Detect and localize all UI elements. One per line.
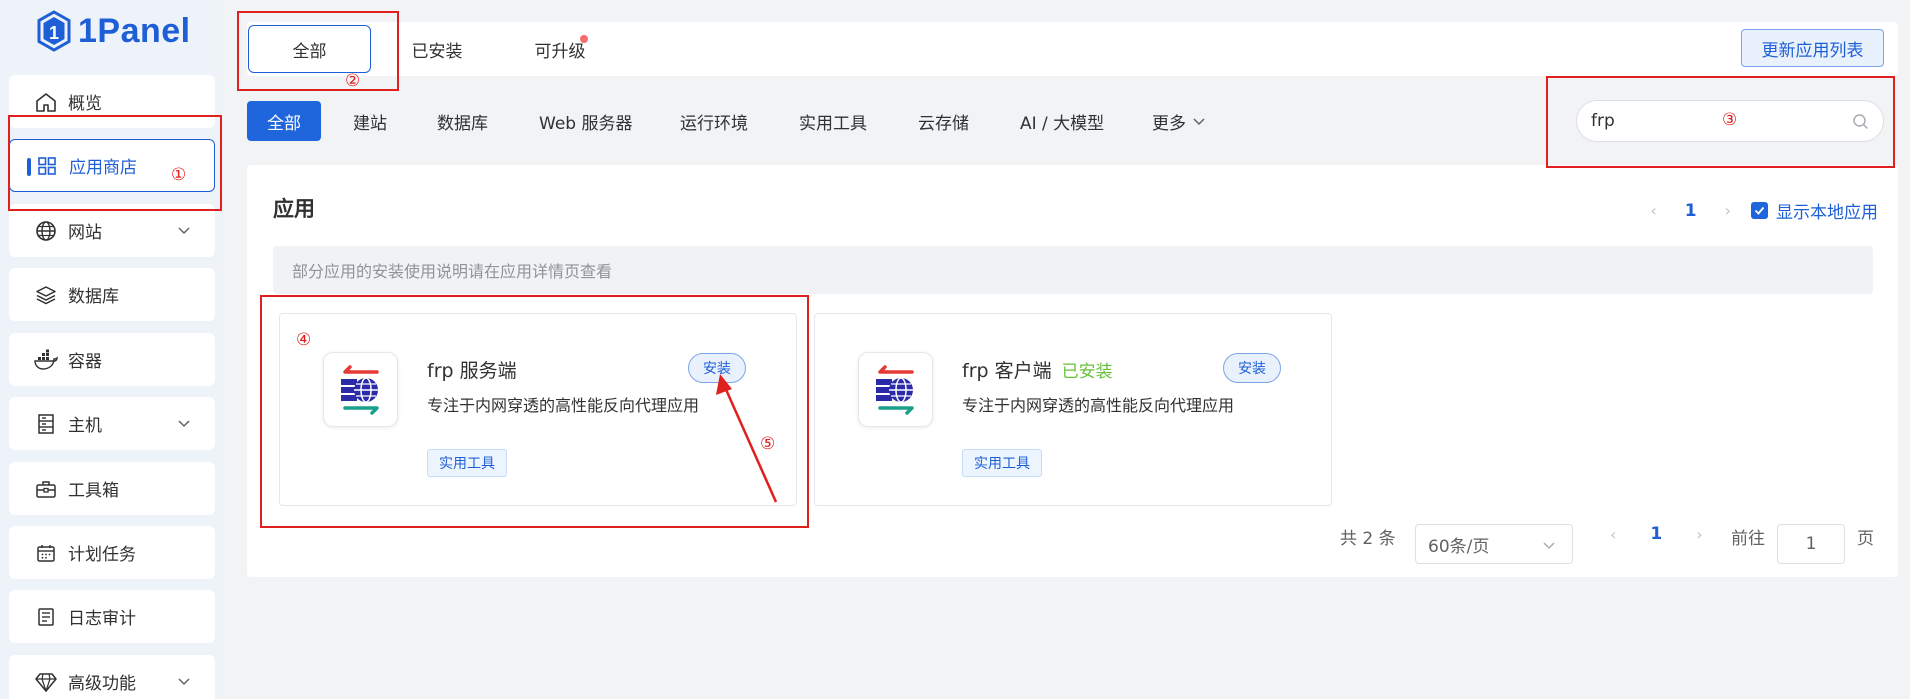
page-size-select[interactable]: 60条/页 (1415, 524, 1573, 564)
sidebar-item-website[interactable]: 网站 (9, 204, 215, 257)
chevron-down-icon (178, 678, 190, 686)
annotation-number-4: ④ (296, 330, 312, 350)
sidebar-item-toolbox[interactable]: 工具箱 (9, 462, 215, 515)
brand-logo[interactable]: 1 1Panel (36, 10, 191, 52)
sidebar-item-label: 计划任务 (68, 545, 136, 565)
sidebar-item-label: 容器 (68, 352, 102, 372)
category-runtime[interactable]: 运行环境 (680, 101, 748, 141)
sidebar-item-logs[interactable]: 日志审计 (9, 590, 215, 643)
top-tab-bar: 全部 已安装 可升级 更新应用列表 (247, 22, 1898, 76)
annotation-number-1: ① (171, 165, 187, 185)
annotation-box-1 (8, 115, 222, 211)
sidebar-item-label: 高级功能 (68, 674, 136, 694)
prev-page-icon[interactable]: ‹ (1610, 525, 1616, 544)
server-icon (34, 412, 58, 436)
goto-page-input[interactable]: 1 (1777, 524, 1845, 564)
toolbox-icon (34, 477, 58, 501)
next-page-icon[interactable]: › (1696, 525, 1702, 544)
category-database[interactable]: 数据库 (437, 101, 488, 141)
frp-logo-icon (858, 352, 933, 427)
goto-label-text: 前往 (1731, 529, 1765, 549)
total-count: 共 2 条 (1340, 524, 1396, 549)
tab-installed[interactable]: 已安装 (387, 25, 487, 73)
app-description: 专注于内网穿透的高性能反向代理应用 (962, 396, 1235, 415)
annotation-box-2 (237, 11, 399, 91)
install-notice: 部分应用的安装使用说明请在应用详情页查看 (273, 246, 1873, 294)
category-all[interactable]: 全部 (247, 101, 321, 141)
page-suffix-text: 页 (1857, 529, 1874, 549)
bottom-page-nav: ‹ 1 › (1610, 524, 1703, 544)
tab-label: 已安装 (411, 41, 463, 62)
page-size-value: 60条/页 (1428, 536, 1490, 557)
category-website[interactable]: 建站 (353, 101, 387, 141)
category-web-server[interactable]: Web 服务器 (539, 101, 632, 141)
diamond-icon (34, 670, 58, 694)
brand-name: 1Panel (78, 11, 191, 50)
sidebar-item-database[interactable]: 数据库 (9, 268, 215, 321)
log-icon (34, 605, 58, 629)
sidebar-item-cron[interactable]: 计划任务 (9, 526, 215, 579)
sidebar-item-label: 工具箱 (68, 481, 119, 501)
category-more[interactable]: 更多 (1152, 101, 1206, 141)
sidebar-item-host[interactable]: 主机 (9, 397, 215, 450)
docker-icon (34, 348, 58, 372)
annotation-number-2: ② (345, 71, 361, 91)
logo-icon: 1 (37, 10, 71, 52)
category-more-label: 更多 (1152, 113, 1186, 134)
home-icon (34, 90, 58, 114)
chevron-down-icon (1193, 118, 1205, 126)
category-cloud-storage[interactable]: 云存储 (918, 101, 969, 141)
annotation-box-3 (1546, 76, 1895, 168)
globe-icon (34, 219, 58, 243)
update-badge-dot (580, 35, 588, 43)
page-title: 应用 (273, 197, 315, 221)
tab-label: 可升级 (534, 41, 586, 62)
category-tools[interactable]: 实用工具 (799, 101, 867, 141)
layers-icon (34, 283, 58, 307)
app-name-text: frp 客户端 (962, 360, 1052, 382)
sidebar-item-container[interactable]: 容器 (9, 333, 215, 386)
sidebar-item-label: 网站 (68, 223, 102, 243)
tab-upgradable[interactable]: 可升级 (510, 25, 610, 73)
sidebar-item-label: 数据库 (68, 287, 119, 307)
next-page-icon[interactable]: › (1725, 201, 1731, 220)
goto-label: 前往 (1731, 524, 1765, 549)
annotation-arrow (716, 374, 778, 503)
sidebar-item-label: 主机 (68, 416, 102, 436)
category-ai[interactable]: AI / 大模型 (1020, 101, 1104, 141)
app-name: frp 客户端 已安装 (962, 356, 1113, 383)
sidebar-item-label: 日志审计 (68, 609, 136, 629)
top-pagination: ‹ 1 › 显示本地应用 (1650, 198, 1878, 224)
chevron-down-icon (178, 420, 190, 428)
current-page[interactable]: 1 (1650, 524, 1662, 544)
current-page[interactable]: 1 (1685, 201, 1697, 221)
app-card-frpc[interactable]: frp 客户端 已安装 安装 专注于内网穿透的高性能反向代理应用 实用工具 (814, 313, 1332, 506)
installed-badge: 已安装 (1061, 362, 1113, 382)
chevron-down-icon (1543, 542, 1555, 550)
prev-page-icon[interactable]: ‹ (1650, 201, 1656, 220)
sidebar: 1 1Panel 概览 应用商店 网站 数据库 容器 主机 工具箱 计划任务 日… (0, 0, 222, 699)
refresh-app-list-button[interactable]: 更新应用列表 (1741, 29, 1884, 67)
install-button[interactable]: 安装 (1223, 353, 1281, 383)
total-text: 共 2 条 (1340, 529, 1396, 549)
svg-text:1: 1 (49, 23, 59, 43)
chevron-down-icon (178, 227, 190, 235)
page-suffix: 页 (1857, 524, 1874, 549)
app-tag[interactable]: 实用工具 (962, 449, 1042, 477)
annotation-number-3: ③ (1722, 110, 1738, 130)
check-icon (1754, 206, 1765, 215)
show-local-apps-checkbox[interactable] (1751, 202, 1768, 219)
show-local-apps-label[interactable]: 显示本地应用 (1776, 198, 1878, 223)
sidebar-item-advanced[interactable]: 高级功能 (9, 655, 215, 699)
sidebar-item-label: 概览 (68, 94, 102, 114)
calendar-icon (34, 541, 58, 565)
